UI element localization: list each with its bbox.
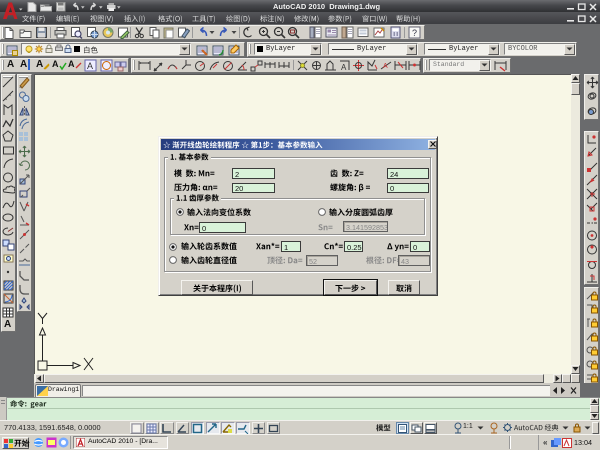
svg-text:A: A (87, 61, 93, 71)
svg-text:A: A (383, 63, 388, 70)
svg-text:A: A (341, 63, 347, 72)
svg-text:?: ? (412, 28, 417, 38)
